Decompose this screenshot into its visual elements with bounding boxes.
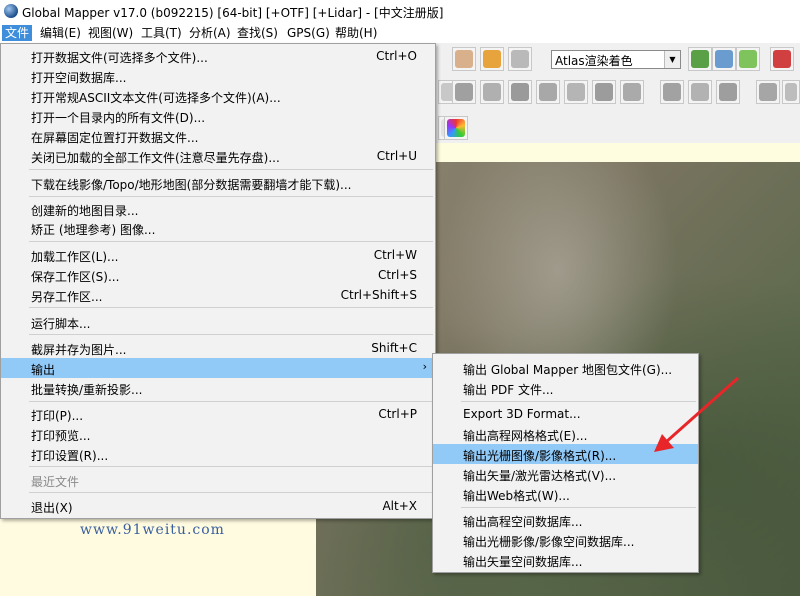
red-arrow-icon xyxy=(654,376,739,452)
